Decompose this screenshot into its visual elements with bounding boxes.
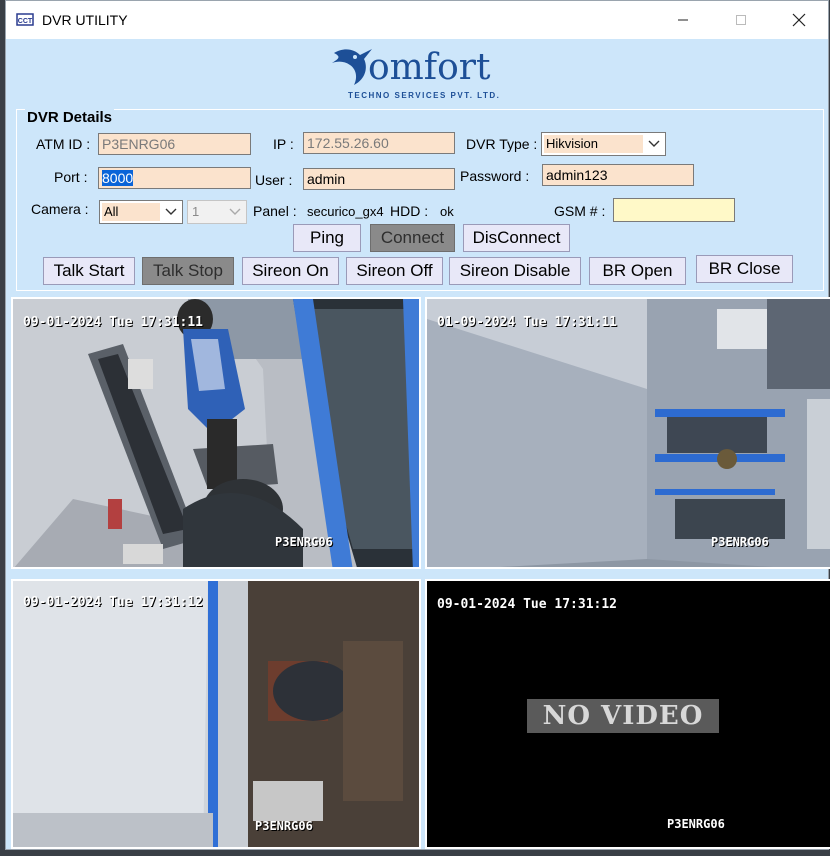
port-label: Port : bbox=[54, 169, 88, 185]
chevron-down-icon bbox=[160, 201, 182, 223]
channel-value: 1 bbox=[192, 204, 200, 219]
maximize-button bbox=[712, 1, 770, 39]
atm-id-field[interactable]: P3ENRG06 bbox=[98, 133, 251, 155]
no-video-overlay: NO VIDEO bbox=[527, 699, 719, 733]
port-field[interactable]: 8000 bbox=[98, 167, 251, 189]
dvr-details-title: DVR Details bbox=[25, 109, 115, 126]
atm-id-label: ATM ID : bbox=[36, 136, 91, 152]
app-icon: CCT bbox=[16, 13, 34, 26]
close-button[interactable] bbox=[770, 1, 828, 39]
dvr-type-label: DVR Type : bbox=[466, 136, 538, 152]
channel-select: 1 bbox=[187, 200, 247, 224]
logo-subtitle: TECHNO SERVICES PVT. LTD. bbox=[348, 91, 501, 100]
sireon-on-button[interactable]: Sireon On bbox=[242, 257, 339, 285]
password-field[interactable]: admin123 bbox=[542, 164, 694, 186]
ip-label: IP : bbox=[273, 136, 294, 152]
gsm-field[interactable] bbox=[613, 198, 735, 222]
camera-feed-back-room bbox=[427, 299, 830, 567]
chevron-down-icon bbox=[643, 133, 665, 155]
sireon-disable-button[interactable]: Sireon Disable bbox=[449, 257, 581, 285]
window-title: DVR UTILITY bbox=[42, 12, 128, 28]
main-content: omfort TECHNO SERVICES PVT. LTD. DVR Det… bbox=[6, 39, 830, 849]
connect-button[interactable]: Connect bbox=[370, 224, 455, 252]
panel-label: Panel : bbox=[253, 203, 297, 219]
ip-field[interactable]: 172.55.26.60 bbox=[303, 132, 455, 154]
camera-value: All bbox=[102, 203, 160, 221]
sireon-off-button[interactable]: Sireon Off bbox=[346, 257, 443, 285]
br-open-button[interactable]: BR Open bbox=[589, 257, 686, 285]
password-label: Password : bbox=[460, 168, 530, 184]
dvr-utility-window: CCT DVR UTILITY omfort TECHNO SERVICES P… bbox=[5, 0, 830, 850]
dvr-type-value: Hikvision bbox=[544, 135, 643, 153]
user-field[interactable]: admin bbox=[303, 168, 455, 190]
minimize-button[interactable] bbox=[654, 1, 712, 39]
br-close-button[interactable]: BR Close bbox=[696, 255, 793, 283]
logo-wordmark: omfort bbox=[368, 47, 491, 88]
camera-4-label: P3ENRG06 bbox=[667, 817, 725, 831]
camera-view-2[interactable]: 01-09-2024 Tue 17:31:11 P3ENRG06 bbox=[425, 297, 830, 569]
disconnect-button[interactable]: DisConnect bbox=[463, 224, 570, 252]
camera-3-label: P3ENRG06 bbox=[255, 819, 313, 833]
port-value: 8000 bbox=[102, 170, 134, 186]
camera-view-3[interactable]: 09-01-2024 Tue 17:31:12 P3ENRG06 bbox=[11, 579, 421, 849]
chevron-down-icon bbox=[224, 201, 246, 223]
talk-start-button[interactable]: Talk Start bbox=[43, 257, 135, 285]
dvr-details-group: DVR Details ATM ID : P3ENRG06 IP : 172.5… bbox=[16, 109, 824, 291]
minimize-icon bbox=[678, 19, 688, 21]
user-label: User : bbox=[255, 172, 293, 188]
camera-2-timestamp: 01-09-2024 Tue 17:31:11 bbox=[437, 315, 618, 330]
dvr-type-select[interactable]: Hikvision bbox=[541, 132, 666, 156]
gsm-label: GSM # : bbox=[554, 203, 606, 219]
panel-value: securico_gx4 bbox=[307, 204, 384, 219]
company-logo: omfort TECHNO SERVICES PVT. LTD. bbox=[328, 43, 518, 105]
camera-3-timestamp: 09-01-2024 Tue 17:31:12 bbox=[23, 595, 204, 610]
camera-4-timestamp: 09-01-2024 Tue 17:31:12 bbox=[437, 597, 618, 612]
camera-1-timestamp: 09-01-2024 Tue 17:31:11 bbox=[23, 315, 204, 330]
camera-view-1[interactable]: 09-01-2024 Tue 17:31:11 P3ENRG06 bbox=[11, 297, 421, 569]
hdd-value: ok bbox=[440, 204, 454, 219]
svg-text:CCT: CCT bbox=[18, 18, 33, 25]
close-icon bbox=[792, 13, 806, 27]
ping-button[interactable]: Ping bbox=[293, 224, 361, 252]
camera-label: Camera : bbox=[31, 201, 89, 217]
camera-feed-atm-lobby bbox=[13, 299, 419, 567]
title-bar[interactable]: CCT DVR UTILITY bbox=[6, 1, 828, 39]
hdd-label: HDD : bbox=[390, 203, 429, 219]
talk-stop-button[interactable]: Talk Stop bbox=[142, 257, 234, 285]
camera-select[interactable]: All bbox=[99, 200, 183, 224]
camera-1-label: P3ENRG06 bbox=[275, 535, 333, 549]
maximize-icon bbox=[736, 15, 746, 25]
camera-2-label: P3ENRG06 bbox=[711, 535, 769, 549]
camera-view-4[interactable]: 09-01-2024 Tue 17:31:12 NO VIDEO P3ENRG0… bbox=[425, 579, 830, 849]
camera-feed-corridor bbox=[13, 581, 419, 847]
